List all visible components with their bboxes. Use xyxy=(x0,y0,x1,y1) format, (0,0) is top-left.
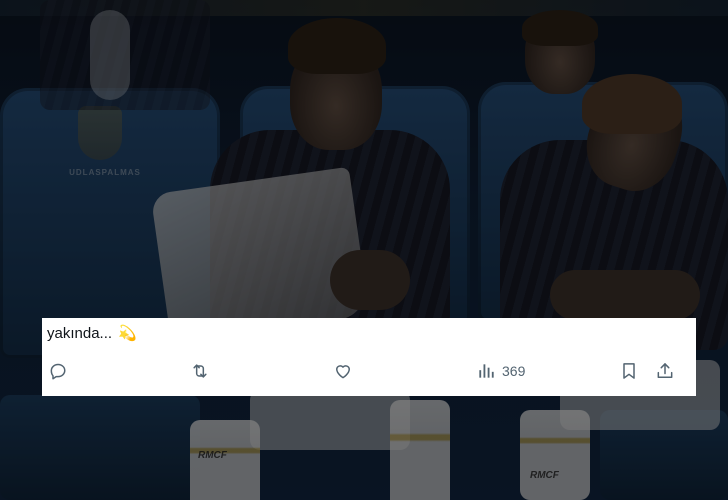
sock-logo: RMCF xyxy=(198,450,227,461)
dizzy-emoji-icon: 💫 xyxy=(118,325,137,342)
bookmark-icon xyxy=(623,363,635,379)
reply-icon xyxy=(50,363,66,380)
retweet-button[interactable] xyxy=(190,358,210,384)
tweet-card: yakında... 💫 369 xyxy=(42,318,696,396)
views-button[interactable]: 369 xyxy=(476,358,525,384)
share-icon xyxy=(657,363,673,378)
tweet-text-body: yakında... xyxy=(47,325,113,342)
sock-logo-right: RMCF xyxy=(530,470,559,481)
club-crest xyxy=(78,106,122,160)
bookmark-button[interactable] xyxy=(619,358,639,384)
like-icon xyxy=(336,365,350,379)
seat-left-base xyxy=(0,395,200,500)
player-right: RMCF xyxy=(490,60,728,500)
like-button[interactable] xyxy=(333,358,353,384)
share-button[interactable] xyxy=(655,358,675,384)
seat-club-text: UDLASPALMAS xyxy=(69,168,141,177)
tweet-actions-bar: 369 xyxy=(42,358,696,384)
retweet-icon xyxy=(193,364,207,378)
background-photo: UDLASPALMAS RMCF RMCF xyxy=(0,0,728,500)
reply-button[interactable] xyxy=(48,358,68,384)
tweet-text: yakında... 💫 xyxy=(47,324,137,342)
views-icon xyxy=(479,364,494,378)
views-count: 369 xyxy=(502,363,526,379)
player-middle: RMCF xyxy=(150,10,470,500)
